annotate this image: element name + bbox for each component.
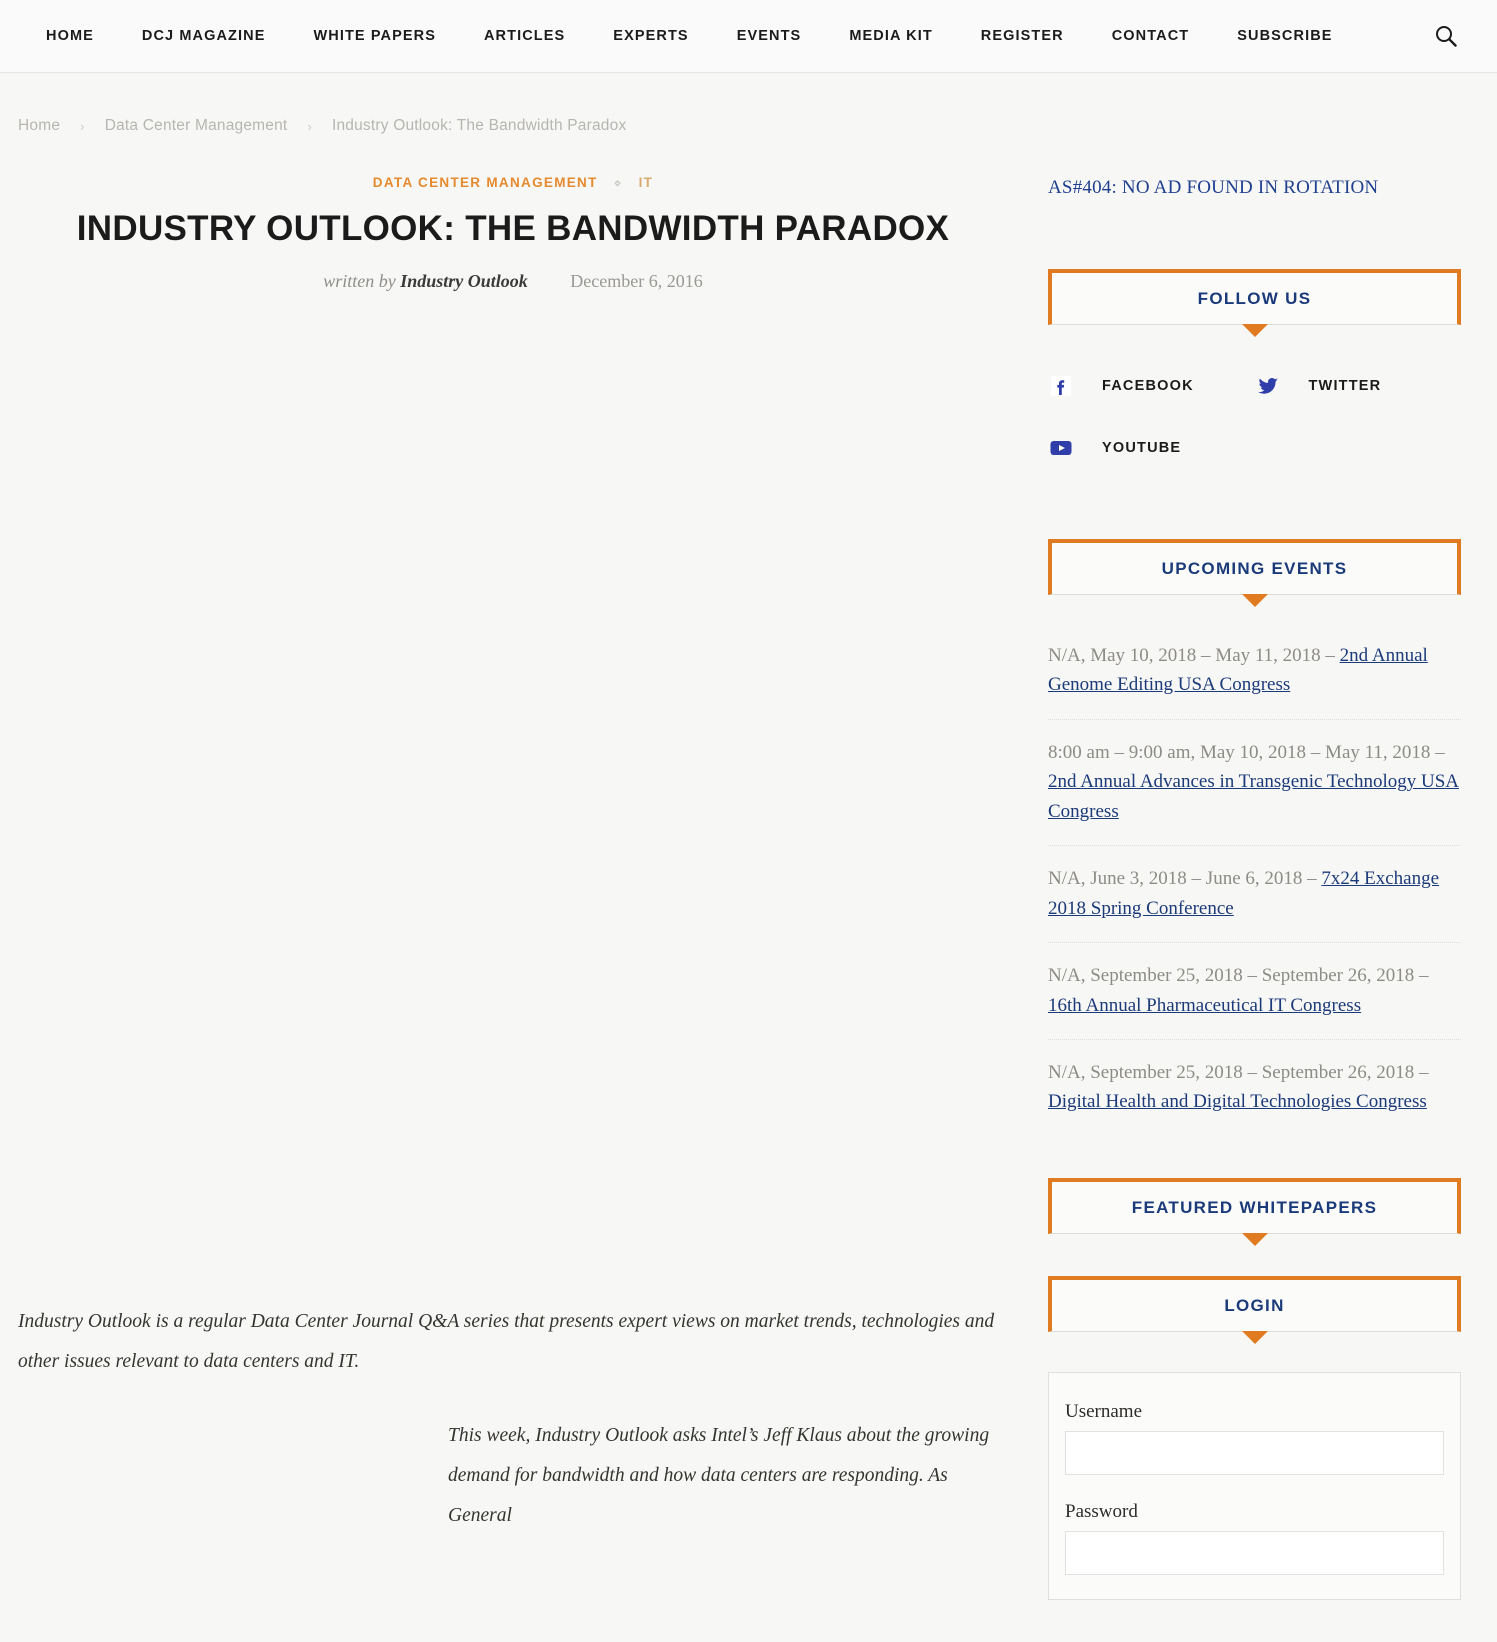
sidebar: AS#404: NO AD FOUND IN ROTATION FOLLOW U…	[1008, 135, 1479, 1642]
article-paragraph: This week, Industry Outlook asks Intel’s…	[448, 1425, 990, 1527]
social-label: FACEBOOK	[1102, 378, 1194, 394]
article-date: December 6, 2016	[570, 271, 703, 292]
list-item: N/A, May 10, 2018 – May 11, 2018 – 2nd A…	[1048, 623, 1461, 720]
twitter-icon	[1255, 373, 1281, 399]
article-body: Industry Outlook is a regular Data Cente…	[18, 1302, 1008, 1536]
article-featured-image-area	[18, 292, 1008, 1302]
widget-title: UPCOMING EVENTS	[1161, 559, 1348, 578]
breadcrumb-separator-icon: ›	[80, 118, 85, 134]
password-field[interactable]	[1065, 1530, 1444, 1575]
category-link-it[interactable]: IT	[639, 175, 654, 190]
search-icon[interactable]	[1417, 25, 1497, 47]
widget-header: LOGIN	[1048, 1275, 1461, 1332]
facebook-icon	[1048, 373, 1074, 399]
social-links-grid: FACEBOOK TWITTER YOUTUBE	[1048, 325, 1461, 497]
category-link-data-center-management[interactable]: DATA CENTER MANAGEMENT	[373, 175, 598, 190]
username-field[interactable]	[1065, 1430, 1444, 1475]
breadcrumb-separator-icon: ›	[307, 118, 312, 134]
list-item: N/A, September 25, 2018 – September 26, …	[1048, 943, 1461, 1040]
breadcrumb-current: Industry Outlook: The Bandwidth Paradox	[331, 117, 627, 134]
primary-nav-list: HOME DCJ MAGAZINE WHITE PAPERS ARTICLES …	[0, 28, 1417, 44]
breadcrumb-home[interactable]: Home	[18, 117, 60, 135]
password-label: Password	[1065, 1500, 1138, 1522]
widget-header: FEATURED WHITEPAPERS	[1048, 1177, 1461, 1234]
widget-header: UPCOMING EVENTS	[1048, 539, 1461, 595]
nav-item-dcj-magazine[interactable]: DCJ MAGAZINE	[118, 28, 290, 44]
event-when: N/A, June 3, 2018 – June 6, 2018 –	[1048, 868, 1322, 890]
widget-login: LOGIN Username Password	[1048, 1275, 1461, 1600]
page-title: INDUSTRY OUTLOOK: THE BANDWIDTH PARADOX	[76, 209, 950, 248]
written-by-label: written by	[323, 271, 396, 292]
nav-item-register[interactable]: REGISTER	[957, 28, 1088, 44]
article-paragraph: Industry Outlook is a regular Data Cente…	[18, 1311, 995, 1373]
event-when: N/A, September 25, 2018 – September 26, …	[1048, 965, 1429, 987]
event-when: N/A, May 10, 2018 – May 11, 2018 –	[1048, 645, 1340, 666]
youtube-icon	[1048, 435, 1074, 461]
event-when: 8:00 am – 9:00 am, May 10, 2018 – May 11…	[1048, 741, 1445, 763]
article-author[interactable]: Industry Outlook	[400, 271, 528, 291]
article-category-list: DATA CENTER MANAGEMENT ⋄ IT	[18, 175, 1008, 190]
main-navigation-bar: HOME DCJ MAGAZINE WHITE PAPERS ARTICLES …	[0, 0, 1497, 73]
widget-title: LOGIN	[1224, 1295, 1285, 1315]
list-item: N/A, September 25, 2018 – September 26, …	[1048, 1040, 1461, 1136]
widget-follow-us: FOLLOW US FACEBOOK TWITTER YOUTUBE	[1048, 269, 1461, 497]
social-label: TWITTER	[1308, 378, 1382, 394]
widget-featured-whitepapers: FEATURED WHITEPAPERS	[1048, 1177, 1461, 1234]
nav-item-media-kit[interactable]: MEDIA KIT	[825, 28, 956, 44]
social-link-facebook[interactable]: FACEBOOK	[1048, 373, 1255, 399]
nav-item-home[interactable]: HOME	[22, 28, 118, 44]
widget-upcoming-events: UPCOMING EVENTS N/A, May 10, 2018 – May …	[1048, 539, 1461, 1136]
nav-item-white-papers[interactable]: WHITE PAPERS	[289, 28, 460, 44]
widget-title: FOLLOW US	[1197, 289, 1312, 308]
breadcrumb-section[interactable]: Data Center Management	[105, 117, 288, 135]
event-link[interactable]: 2nd Annual Advances in Transgenic Techno…	[1048, 771, 1459, 821]
nav-item-events[interactable]: EVENTS	[713, 28, 826, 44]
widget-title: FEATURED WHITEPAPERS	[1131, 1197, 1378, 1217]
article-byline: written by Industry Outlook December 6, …	[18, 271, 1008, 292]
list-item: 8:00 am – 9:00 am, May 10, 2018 – May 11…	[1048, 720, 1461, 847]
nav-item-articles[interactable]: ARTICLES	[460, 28, 589, 44]
ad-slot-message[interactable]: AS#404: NO AD FOUND IN ROTATION	[1048, 177, 1461, 199]
list-item: N/A, June 3, 2018 – June 6, 2018 – 7x24 …	[1048, 846, 1461, 944]
event-when: N/A, September 25, 2018 – September 26, …	[1048, 1061, 1429, 1083]
event-link[interactable]: Digital Health and Digital Technologies …	[1048, 1091, 1427, 1112]
category-separator-icon: ⋄	[613, 176, 623, 190]
username-label: Username	[1065, 1400, 1143, 1422]
breadcrumb: Home › Data Center Management › Industry…	[0, 73, 1497, 135]
event-link[interactable]: 16th Annual Pharmaceutical IT Congress	[1048, 995, 1361, 1016]
nav-item-experts[interactable]: EXPERTS	[589, 28, 712, 44]
login-form: Username Password	[1048, 1371, 1461, 1600]
article-content: DATA CENTER MANAGEMENT ⋄ IT INDUSTRY OUT…	[18, 135, 1008, 1570]
social-link-youtube[interactable]: YOUTUBE	[1048, 435, 1255, 461]
widget-header: FOLLOW US	[1048, 269, 1461, 325]
social-link-twitter[interactable]: TWITTER	[1255, 373, 1462, 399]
nav-item-subscribe[interactable]: SUBSCRIBE	[1213, 28, 1356, 44]
nav-item-contact[interactable]: CONTACT	[1088, 28, 1214, 44]
page-layout: DATA CENTER MANAGEMENT ⋄ IT INDUSTRY OUT…	[0, 135, 1497, 1642]
events-list: N/A, May 10, 2018 – May 11, 2018 – 2nd A…	[1048, 595, 1461, 1136]
social-label: YOUTUBE	[1102, 440, 1182, 456]
